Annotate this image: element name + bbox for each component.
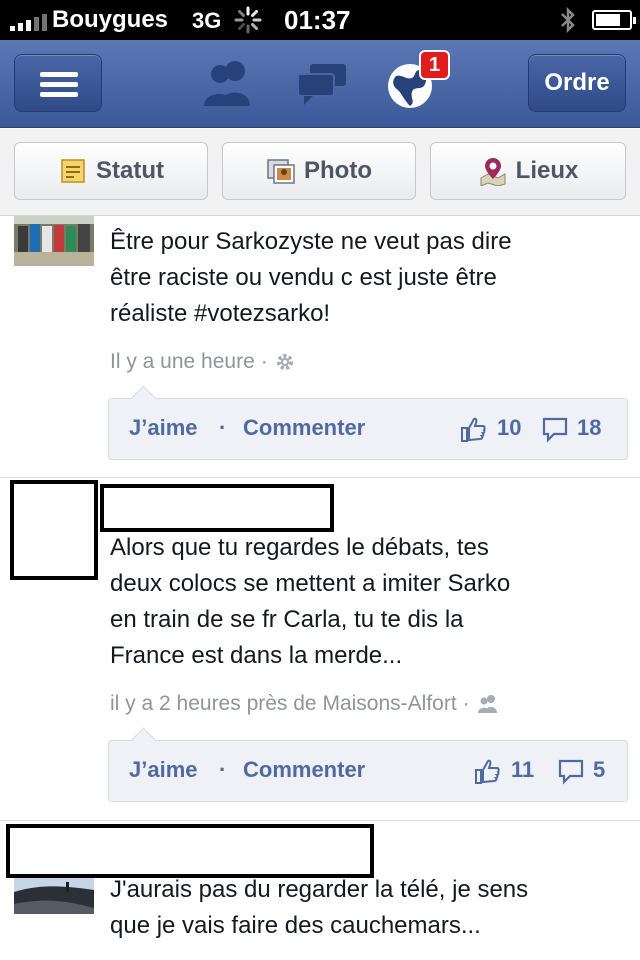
places-button[interactable]: Lieux [430,142,626,200]
comment-bubble-icon[interactable] [557,757,585,785]
post-text-line: en train de se fr Carla, tu te dis la [110,606,464,633]
map-pin-icon [480,158,506,186]
status-bar: Bouygues 3G 01:37 [0,0,640,40]
group-photo-icon [14,216,94,266]
privacy-public-gear-icon [276,354,293,370]
photo-button[interactable]: Photo [222,142,416,200]
battery-icon [592,10,636,30]
comment-count[interactable]: 18 [577,415,601,441]
like-count[interactable]: 11 [511,757,534,783]
like-thumb-icon[interactable] [473,757,501,785]
post-text-line: France est dans la merde... [110,642,403,669]
post-text-line: réaliste #votezsarko! [110,300,331,327]
carrier-name: Bouygues [52,6,169,33]
author-name[interactable] [100,484,334,532]
menu-button[interactable] [14,54,102,112]
photo-icon [267,159,295,184]
post-divider [0,477,640,478]
meta-separator: · [462,692,470,715]
post-divider [0,820,640,821]
avatar[interactable] [14,878,94,914]
avatar[interactable] [14,216,94,266]
author-name[interactable] [6,824,374,878]
feedback-bar: J’aime · Commenter 11 5 [108,740,628,802]
comment-count[interactable]: 5 [593,757,605,783]
ufi-separator: · [219,757,227,782]
landscape-photo-icon [14,878,94,914]
bluetooth-icon [561,6,575,34]
post-meta: il y a 2 heures près de Maisons-Alfort · [110,692,500,716]
like-thumb-icon[interactable] [459,415,487,443]
post-text: J'aurais pas du regarder la télé, je sen… [110,872,528,944]
notification-badge: 1 [419,50,451,80]
signal-strength-icon [10,14,47,31]
status-button-label: Statut [96,157,164,184]
composer-bar: Statut Photo Lieux [0,129,640,216]
post-text-line: Alors que tu regardes le débats, tes [110,534,489,561]
comment-bubble-icon[interactable] [541,415,569,443]
post-text: Être pour Sarkozyste ne veut pas dire êt… [110,224,512,332]
comment-link[interactable]: Commenter [243,757,365,783]
photo-button-label: Photo [304,157,372,184]
comment-link[interactable]: Commenter [243,415,365,441]
order-button[interactable]: Ordre [528,54,626,112]
privacy-friends-icon [477,695,497,713]
post-text-line: J'aurais pas du regarder la télé, je sen… [110,876,529,903]
activity-spinner-icon [234,6,262,34]
status-button[interactable]: Statut [14,142,208,200]
feedback-bar: J’aime · Commenter 10 18 [108,398,628,460]
clock: 01:37 [284,5,351,35]
meta-separator: · [260,350,268,373]
post-text: Alors que tu regardes le débats, tes deu… [110,530,510,674]
network-type: 3G [192,8,222,33]
messages-icon[interactable] [294,58,350,108]
post-timestamp[interactable]: Il y a une heure [110,350,255,374]
post-meta: Il y a une heure · [110,350,296,374]
avatar[interactable] [10,480,98,580]
like-link[interactable]: J’aime [129,415,198,441]
post-text-line: être raciste ou vendu c est juste être [110,264,497,291]
nav-bar: 1 Ordre [0,40,640,128]
ufi-separator: · [219,415,227,440]
status-note-icon [61,159,85,183]
like-link[interactable]: J’aime [129,757,198,783]
post-text-line: deux colocs se mettent a imiter Sarko [110,570,511,597]
post-text-line: Être pour Sarkozyste ne veut pas dire [110,228,512,255]
post-timestamp[interactable]: il y a 2 heures près de Maisons-Alfort [110,692,457,716]
friend-requests-icon[interactable] [200,58,256,108]
places-button-label: Lieux [515,157,579,184]
like-count[interactable]: 10 [497,415,521,441]
post-text-line: que je vais faire des cauchemars... [110,912,481,939]
